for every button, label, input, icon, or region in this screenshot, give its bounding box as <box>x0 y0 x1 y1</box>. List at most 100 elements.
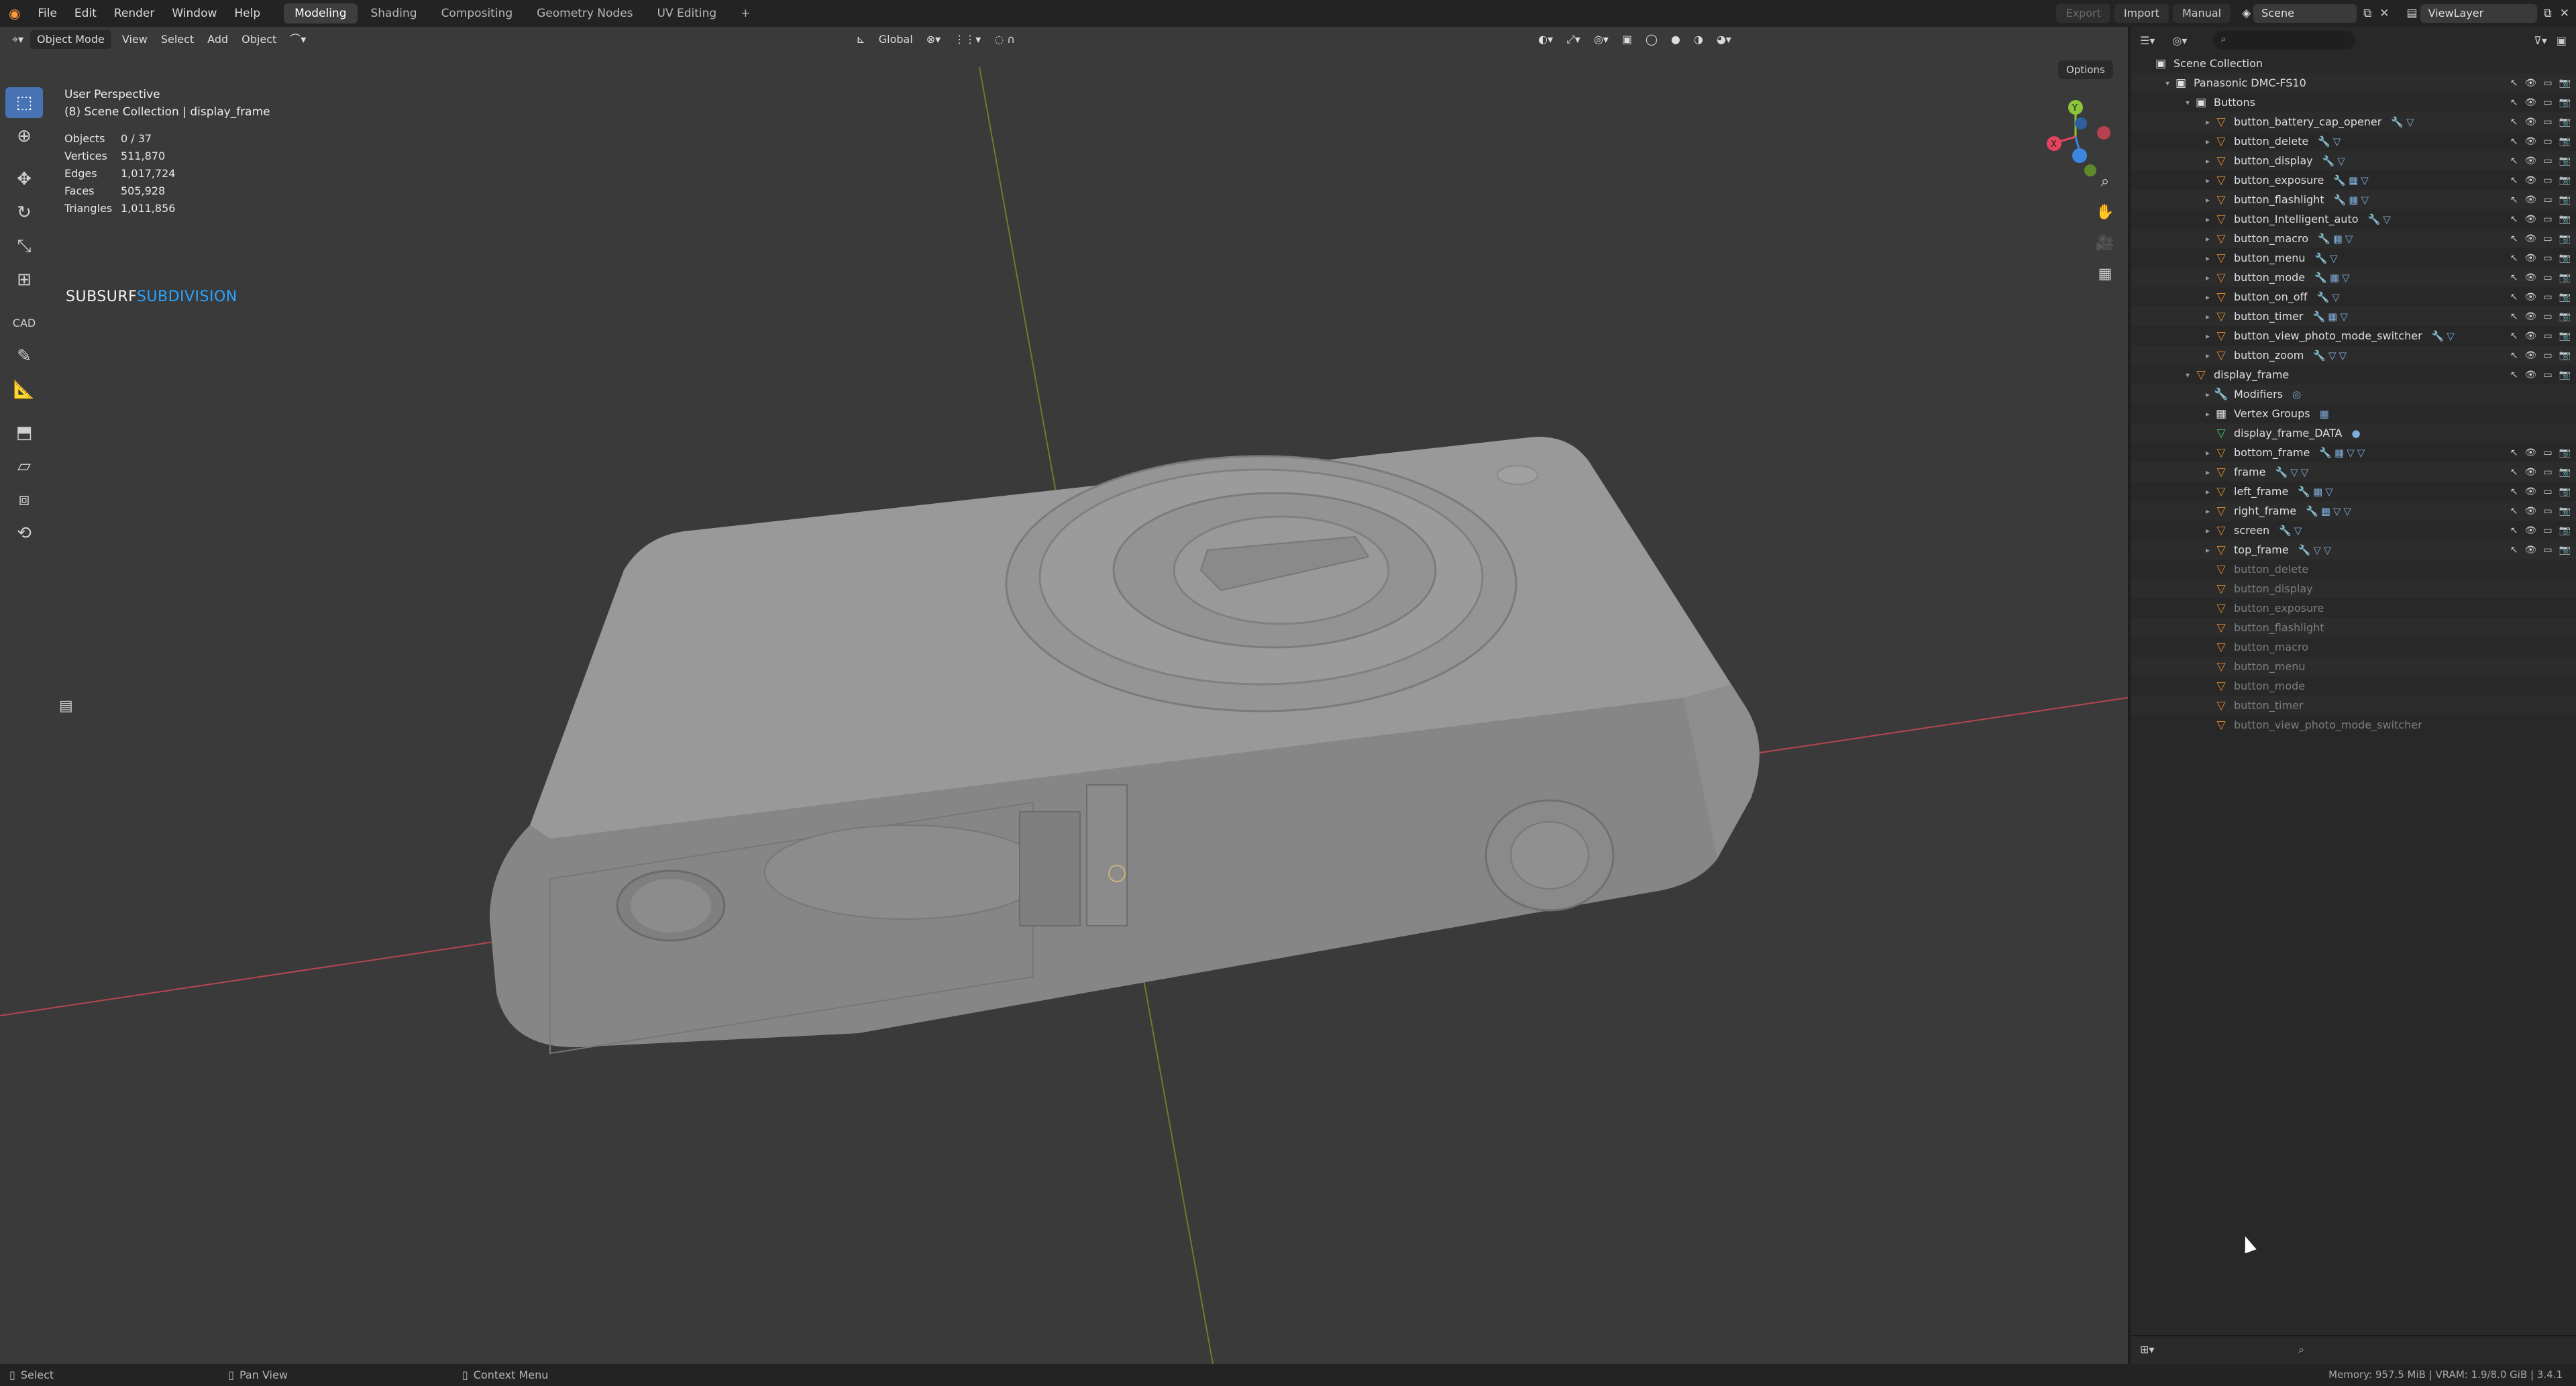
eye-icon[interactable]: 👁 <box>2525 156 2537 166</box>
modifier-tags-icon[interactable]: ◎ <box>2292 388 2304 401</box>
outliner-row[interactable]: ▸ ▽ button_timer 🔧▦▽ ↖ 👁 ▭ 📷 <box>2131 307 2576 326</box>
viewport-toggle-icon[interactable]: ▭ <box>2543 506 2552 517</box>
viewport-toggle-icon[interactable]: ▭ <box>2543 253 2552 264</box>
eye-icon[interactable]: 👁 <box>2525 545 2537 555</box>
outliner-row[interactable]: ▸ ▽ screen 🔧▽ ↖ 👁 ▭ 📷 <box>2131 521 2576 540</box>
render-toggle-icon[interactable]: 📷 <box>2559 370 2571 380</box>
eye-icon[interactable]: 👁 <box>2525 350 2537 361</box>
modifier-tags-icon[interactable]: 🔧▽ <box>2391 116 2416 128</box>
new-scene-icon[interactable]: ⧉ <box>2363 7 2371 20</box>
expand-arrow-icon[interactable]: ▸ <box>2202 545 2214 555</box>
expand-arrow-icon[interactable]: ▸ <box>2202 292 2214 302</box>
modifier-tags-icon[interactable]: 🔧▦▽ <box>2334 194 2371 206</box>
gizmo-z-axis[interactable] <box>2072 148 2087 163</box>
viewport-toggle-icon[interactable]: ▭ <box>2543 311 2552 322</box>
outliner-row[interactable]: ▸ ▽ right_frame 🔧▦▽▽ ↖ 👁 ▭ 📷 <box>2131 501 2576 521</box>
menu-help[interactable]: Help <box>225 0 269 27</box>
modifier-tags-icon[interactable]: 🔧▦▽▽ <box>2306 505 2354 517</box>
render-toggle-icon[interactable]: 📷 <box>2559 175 2571 186</box>
eye-icon[interactable]: 👁 <box>2525 486 2537 497</box>
render-toggle-icon[interactable]: 📷 <box>2559 233 2571 244</box>
outliner-row[interactable]: ▽ button_timer <box>2131 696 2576 715</box>
tab-compositing[interactable]: Compositing <box>431 3 524 23</box>
shading-material-icon[interactable]: ◑ <box>1687 30 1710 49</box>
select-toggle-icon[interactable]: ↖ <box>2510 486 2518 497</box>
shading-solid-icon[interactable]: ● <box>1664 30 1687 49</box>
expand-arrow-icon[interactable]: ▸ <box>2202 409 2214 419</box>
render-toggle-icon[interactable]: 📷 <box>2559 156 2571 166</box>
outliner-row[interactable]: ▽ button_view_photo_mode_switcher <box>2131 715 2576 735</box>
3d-viewport[interactable]: ⌖▾ Object Mode View Select Add Object ⌒▾… <box>0 27 2128 1364</box>
proportional-edit-icon[interactable]: ◌ ∩ <box>987 30 1022 49</box>
select-toggle-icon[interactable]: ↖ <box>2510 117 2518 127</box>
delete-scene-icon[interactable]: ✕ <box>2379 7 2389 20</box>
rotate-tool-icon[interactable]: ↻ <box>5 197 43 228</box>
modifier-tags-icon[interactable]: 🔧▽ <box>2322 155 2348 167</box>
gizmo-toggle-icon[interactable]: ⤢▾ <box>1560 30 1587 49</box>
perspective-toggle-icon[interactable]: ▦ <box>2092 260 2118 287</box>
outliner-row[interactable]: ▸ ▽ button_Intelligent_auto 🔧▽ ↖ 👁 ▭ 📷 <box>2131 209 2576 229</box>
viewport-toggle-icon[interactable]: ▭ <box>2543 272 2552 283</box>
menu-render[interactable]: Render <box>105 0 164 27</box>
expand-arrow-icon[interactable]: ▸ <box>2202 312 2214 321</box>
viewport-toggle-icon[interactable]: ▭ <box>2543 97 2552 108</box>
expand-arrow-icon[interactable]: ▸ <box>2202 137 2214 146</box>
render-toggle-icon[interactable]: 📷 <box>2559 253 2571 264</box>
outliner-row[interactable]: ▸ ▦ Vertex Groups ▦ <box>2131 404 2576 423</box>
outliner-row[interactable]: ▾ ▣ Panasonic DMC-FS10 ↖ 👁 ▭ 📷 <box>2131 73 2576 93</box>
transform-tool-icon[interactable]: ⊞ <box>5 264 43 295</box>
move-tool-icon[interactable]: ✥ <box>5 164 43 195</box>
orientation-dropdown[interactable]: Global <box>872 30 920 49</box>
pivot-icon[interactable]: ⊗▾ <box>920 30 947 49</box>
render-toggle-icon[interactable]: 📷 <box>2559 331 2571 341</box>
outliner-row[interactable]: ▸ ▽ frame 🔧▽▽ ↖ 👁 ▭ 📷 <box>2131 462 2576 482</box>
select-menu[interactable]: Select <box>154 30 201 49</box>
object-menu[interactable]: Object <box>235 30 283 49</box>
modifier-tags-icon[interactable]: ● <box>2351 427 2363 439</box>
viewport-toggle-icon[interactable]: ▭ <box>2543 486 2552 497</box>
select-toggle-icon[interactable]: ↖ <box>2510 78 2518 89</box>
outliner-row[interactable]: ▸ ▽ button_flashlight 🔧▦▽ ↖ 👁 ▭ 📷 <box>2131 190 2576 209</box>
outliner-row[interactable]: ▸ ▽ button_zoom 🔧▽▽ ↖ 👁 ▭ 📷 <box>2131 345 2576 365</box>
scene-field[interactable]: Scene <box>2253 4 2357 23</box>
new-collection-icon[interactable]: ▣ <box>2557 34 2567 47</box>
eye-icon[interactable]: 👁 <box>2525 253 2537 264</box>
modifier-tags-icon[interactable]: 🔧▽ <box>2368 213 2394 225</box>
expand-arrow-icon[interactable]: ▸ <box>2202 390 2214 399</box>
render-toggle-icon[interactable]: 📷 <box>2559 292 2571 303</box>
viewport-toggle-icon[interactable]: ▭ <box>2543 525 2552 536</box>
select-toggle-icon[interactable]: ↖ <box>2510 97 2518 108</box>
outliner-row[interactable]: ▽ button_display <box>2131 579 2576 598</box>
modifier-tags-icon[interactable]: 🔧▽▽ <box>2298 544 2334 556</box>
add-cube-tool-icon[interactable]: ⬒ <box>5 417 43 448</box>
modifier-tags-icon[interactable]: 🔧▦▽ <box>2333 174 2371 186</box>
spin-tool-icon[interactable]: ⟲ <box>5 518 43 549</box>
cad-tool-icon[interactable]: CAD <box>5 307 43 338</box>
modifier-tags-icon[interactable]: 🔧▽▽ <box>2275 466 2311 478</box>
outliner-row[interactable]: ▸ ▽ button_macro 🔧▦▽ ↖ 👁 ▭ 📷 <box>2131 229 2576 248</box>
modifier-tags-icon[interactable]: 🔧▦▽▽ <box>2319 447 2367 459</box>
eye-icon[interactable]: 👁 <box>2525 195 2537 205</box>
modifier-tags-icon[interactable]: 🔧▦▽ <box>2313 311 2351 323</box>
expand-arrow-icon[interactable]: ▸ <box>2202 156 2214 166</box>
outliner-row[interactable]: ▸ ▽ button_battery_cap_opener 🔧▽ ↖ 👁 ▭ 📷 <box>2131 112 2576 131</box>
eye-icon[interactable]: 👁 <box>2525 136 2537 147</box>
eye-icon[interactable]: 👁 <box>2525 331 2537 341</box>
outliner-editor-icon[interactable]: ☰▾ <box>2140 34 2155 47</box>
select-toggle-icon[interactable]: ↖ <box>2510 253 2518 264</box>
add-menu[interactable]: Add <box>201 30 235 49</box>
gizmo-neg-x[interactable] <box>2097 126 2110 140</box>
viewport-toggle-icon[interactable]: ▭ <box>2543 214 2552 225</box>
render-toggle-icon[interactable]: 📷 <box>2559 506 2571 517</box>
outliner-row[interactable]: ▸ ▽ button_exposure 🔧▦▽ ↖ 👁 ▭ 📷 <box>2131 170 2576 190</box>
select-toggle-icon[interactable]: ↖ <box>2510 447 2518 458</box>
select-toggle-icon[interactable]: ↖ <box>2510 311 2518 322</box>
outliner-row[interactable]: ▽ button_delete <box>2131 559 2576 579</box>
eye-icon[interactable]: 👁 <box>2525 97 2537 108</box>
expand-arrow-icon[interactable]: ▸ <box>2202 117 2214 127</box>
expand-arrow-icon[interactable]: ▸ <box>2202 176 2214 185</box>
modifier-tags-icon[interactable]: 🔧▽ <box>2432 330 2457 342</box>
select-toggle-icon[interactable]: ↖ <box>2510 331 2518 341</box>
eye-icon[interactable]: 👁 <box>2525 447 2537 458</box>
tab-modeling[interactable]: Modeling <box>284 3 358 23</box>
